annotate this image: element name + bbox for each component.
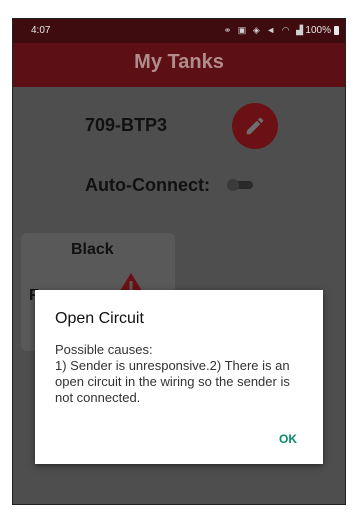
wifi-icon: ◠ <box>281 25 292 35</box>
auto-connect-toggle[interactable] <box>227 179 255 191</box>
page-title: My Tanks <box>134 51 224 73</box>
toggle-thumb <box>227 179 239 191</box>
signal-icon: ▟ <box>296 25 305 35</box>
app-bar: My Tanks <box>13 43 345 87</box>
status-time: 4:07 <box>31 25 51 36</box>
sensor-card-label: Black <box>71 241 114 258</box>
ok-button[interactable]: OK <box>279 432 297 446</box>
dialog-message: Possible causes: 1) Sender is unresponsi… <box>55 342 290 405</box>
auto-connect-label: Auto-Connect: <box>85 175 210 195</box>
volume-icon: ◄ <box>266 25 278 35</box>
link-icon: ⚭ <box>223 25 234 35</box>
battery-icon <box>334 26 339 35</box>
tank-name: 709-BTP3 <box>85 115 168 135</box>
edit-tank-button[interactable] <box>232 103 278 149</box>
mute-icon: ◈ <box>252 25 262 35</box>
nfc-icon: ▣ <box>237 25 249 35</box>
pencil-icon <box>246 117 264 135</box>
battery-level: 100% <box>305 25 331 36</box>
status-icons: ⚭ ▣ ◈ ◄ ◠ ▟ <box>224 25 305 36</box>
dialog-title: Open Circuit <box>55 310 144 327</box>
status-bar: 4:07 ⚭ ▣ ◈ ◄ ◠ ▟ 100% <box>13 19 345 43</box>
open-circuit-dialog: Open Circuit Possible causes: 1) Sender … <box>35 290 323 464</box>
